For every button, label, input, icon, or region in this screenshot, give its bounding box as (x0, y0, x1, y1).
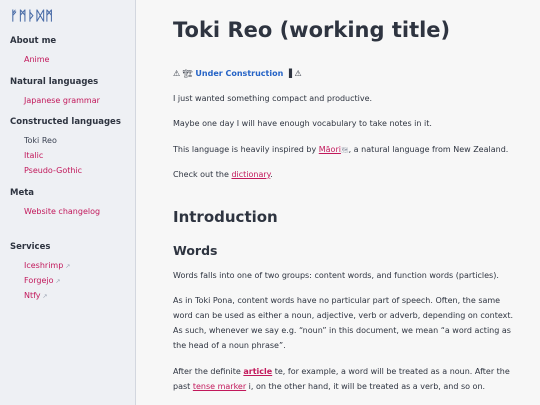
warning-icon: ⚠ 🏗 (173, 69, 193, 78)
page-title: Toki Reo (working title) (173, 18, 451, 42)
nav-item-japanese-grammar[interactable]: Japanese grammar (24, 96, 100, 105)
maori-link[interactable]: Māori (319, 145, 341, 154)
paragraph-dictionary: Check out the dictionary. (173, 167, 518, 182)
external-link-icon: ↗ (65, 263, 71, 270)
site-logo[interactable]: ᚠᛗᚦᛞᛗ (10, 9, 54, 24)
nav-item-anime[interactable]: Anime (24, 55, 49, 64)
nav-item-label: Forgejo (24, 276, 54, 285)
nav-item-toki-reo[interactable]: Toki Reo (24, 136, 57, 145)
paragraph-text: . (270, 170, 273, 179)
heading-words: Words (173, 243, 218, 258)
nav-heading-constructed-languages: Constructed languages (10, 117, 121, 127)
paragraph-text: This language is heavily inspired by (173, 145, 319, 154)
nav-item-iceshrimp[interactable]: Iceshrimp ↗ (24, 261, 70, 270)
paragraph-content-words: As in Toki Pona, content words have no p… (173, 296, 514, 350)
tense-marker-link[interactable]: tense marker (193, 382, 246, 391)
nav-heading-natural-languages: Natural languages (10, 77, 99, 87)
article-link[interactable]: article (243, 367, 272, 376)
nav-item-ntfy[interactable]: Ntfy ↗ (24, 291, 48, 300)
external-link-icon: ↗ (55, 278, 61, 285)
nav-item-label: Iceshrimp (24, 261, 64, 270)
nav-item-label: Ntfy (24, 291, 41, 300)
paragraph-intro-1: I just wanted something compact and prod… (173, 94, 373, 103)
warning-icon: ▐ ⚠ (285, 69, 302, 78)
dictionary-link[interactable]: dictionary (231, 170, 270, 179)
paragraph-text: i, on the other hand, it will be treated… (246, 382, 486, 391)
wiki-icon: 🗺 (340, 147, 349, 154)
paragraph-words: Words falls into one of two groups: cont… (173, 271, 499, 280)
nav-item-pseudo-gothic[interactable]: Pseudo-Gothic (24, 166, 82, 175)
nav-heading-services: Services (10, 242, 51, 252)
paragraph-articles: After the definite article te, for examp… (173, 364, 518, 394)
main-content: Toki Reo (working title) ⚠ 🏗 Under Const… (137, 0, 540, 405)
nav-item-forgejo[interactable]: Forgejo ↗ (24, 276, 61, 285)
paragraph-text: Check out the (173, 170, 232, 179)
paragraph-text: After the definite (173, 367, 244, 376)
sidebar: ᚠᛗᚦᛞᛗ About me Anime Natural languages J… (0, 0, 136, 405)
nav-heading-about-me: About me (10, 36, 57, 46)
nav-item-italic[interactable]: Italic (24, 151, 43, 160)
paragraph-intro-2: Maybe one day I will have enough vocabul… (173, 119, 432, 128)
external-link-icon: ↗ (42, 293, 48, 300)
paragraph-text: , a natural language from New Zealand. (348, 145, 509, 154)
paragraph-inspiration: This language is heavily inspired by Māo… (173, 142, 518, 158)
heading-introduction: Introduction (173, 208, 278, 226)
notice-text: Under Construction (195, 69, 284, 78)
nav-item-website-changelog[interactable]: Website changelog (24, 207, 100, 216)
nav-heading-meta: Meta (10, 188, 35, 198)
construction-notice: ⚠ 🏗 Under Construction ▐ ⚠ (173, 66, 518, 81)
